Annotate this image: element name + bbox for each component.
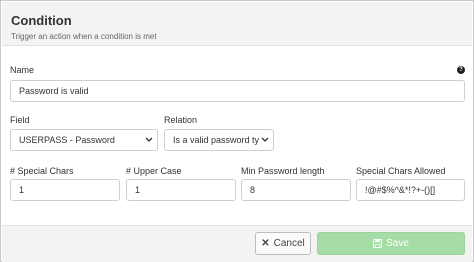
relation-label: Relation [164,115,198,125]
condition-dialog: Condition Trigger an action when a condi… [0,0,474,262]
name-input[interactable]: Password is valid [10,80,465,102]
cancel-button-label: Cancel [273,238,305,249]
help-icon[interactable]: ? [457,66,465,74]
field-label: Field [10,115,30,125]
name-label: Name [10,65,35,75]
special-chars-label: # Special Chars [10,166,74,176]
min-length-label: Min Password length [241,166,325,176]
chevron-down-icon [145,137,153,142]
dialog-title: Condition [11,13,72,28]
chars-allowed-input[interactable]: !@#$%^&*!?+-()[] [356,179,465,201]
relation-select[interactable]: Is a valid password ty [164,129,274,151]
special-chars-input[interactable]: 1 [10,179,120,201]
close-icon: ✕ [261,238,270,249]
floppy-disk-icon [373,239,383,248]
chars-allowed-label: Special Chars Allowed [356,166,446,176]
upper-case-input[interactable]: 1 [126,179,236,201]
dialog-footer: ✕ Cancel Save [2,225,472,262]
chevron-down-icon [261,137,269,142]
min-length-input[interactable]: 8 [241,179,351,201]
relation-select-value: Is a valid password ty [173,135,260,145]
field-select-value: USERPASS - Password [19,135,115,145]
dialog-subtitle: Trigger an action when a condition is me… [11,32,157,41]
save-button-label: Save [386,238,409,249]
field-select[interactable]: USERPASS - Password [10,129,158,151]
upper-case-label: # Upper Case [126,166,182,176]
dialog-header: Condition Trigger an action when a condi… [2,2,472,46]
save-button[interactable]: Save [317,232,465,255]
cancel-button[interactable]: ✕ Cancel [255,232,311,255]
